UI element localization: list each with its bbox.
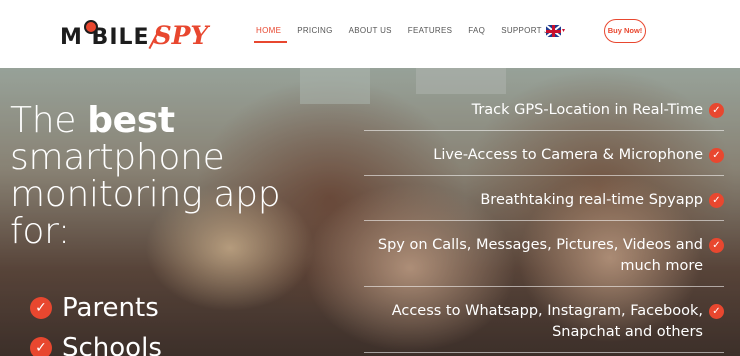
- nav-about-us-link[interactable]: ABOUT US: [349, 26, 400, 43]
- headline-line: monitoring app: [10, 174, 281, 215]
- checkmark-icon: ✓: [709, 148, 724, 163]
- feature-text: Live-Access to Camera & Microphone: [433, 147, 703, 163]
- buy-now-button[interactable]: Buy Now!: [604, 19, 646, 43]
- checkmark-icon: ✓: [709, 193, 724, 208]
- audience-item: ✓ Schools: [30, 328, 162, 356]
- headline-line: for:: [10, 211, 70, 252]
- checkmark-icon: ✓: [30, 337, 52, 356]
- nav-faq-link[interactable]: FAQ: [468, 26, 493, 43]
- hero-headline: The best smartphone monitoring app for:: [10, 100, 281, 252]
- logo-word: M BILE: [60, 25, 150, 50]
- checkmark-icon: ✓: [709, 103, 724, 118]
- feature-item: Access to Whatsapp, Instagram, Facebook,…: [364, 297, 724, 353]
- uk-flag-icon[interactable]: [546, 25, 561, 37]
- feature-text: Track GPS-Location in Real-Time: [471, 102, 703, 118]
- nav-home-link[interactable]: HOME: [253, 26, 289, 43]
- headline-pre: The: [10, 100, 88, 141]
- top-navigation-bar: M BILE SPY HOME PRICING ABOUT US FEATURE…: [0, 0, 740, 69]
- feature-item: Breathtaking real-time Spyapp ✓: [364, 186, 724, 221]
- hero-section: The best smartphone monitoring app for: …: [0, 68, 740, 356]
- audience-item: ✓ Parents: [30, 288, 162, 328]
- audience-label: Schools: [62, 333, 162, 356]
- mobilespy-logo[interactable]: M BILE SPY: [60, 16, 208, 52]
- nav-support-label: SUPPORT: [501, 26, 542, 35]
- headline-line: smartphone: [10, 137, 225, 178]
- feature-item: Track GPS-Location in Real-Time ✓: [364, 96, 724, 131]
- nav-pricing-link[interactable]: PRICING: [297, 26, 340, 43]
- logo-accent: SPY: [153, 21, 209, 50]
- feature-text: Breathtaking real-time Spyapp: [480, 192, 703, 208]
- checkmark-icon: ✓: [709, 238, 724, 253]
- language-chevron-icon[interactable]: ▾: [562, 27, 565, 34]
- feature-text: Access to Whatsapp, Instagram, Facebook,…: [391, 303, 703, 340]
- headline-bold: best: [87, 100, 175, 141]
- feature-item: Live-Access to Camera & Microphone ✓: [364, 141, 724, 176]
- checkmark-icon: ✓: [30, 297, 52, 319]
- feature-text: Spy on Calls, Messages, Pictures, Videos…: [377, 237, 703, 274]
- audience-label: Parents: [62, 293, 159, 323]
- main-menu: HOME PRICING ABOUT US FEATURES FAQ SUPPO…: [253, 26, 564, 43]
- audience-list: ✓ Parents ✓ Schools: [30, 288, 162, 356]
- feature-list: Track GPS-Location in Real-Time ✓ Live-A…: [364, 96, 724, 356]
- logo-eye-icon: [84, 20, 98, 34]
- checkmark-icon: ✓: [709, 304, 724, 319]
- nav-features-link[interactable]: FEATURES: [408, 26, 460, 43]
- feature-item: Spy on Calls, Messages, Pictures, Videos…: [364, 231, 724, 287]
